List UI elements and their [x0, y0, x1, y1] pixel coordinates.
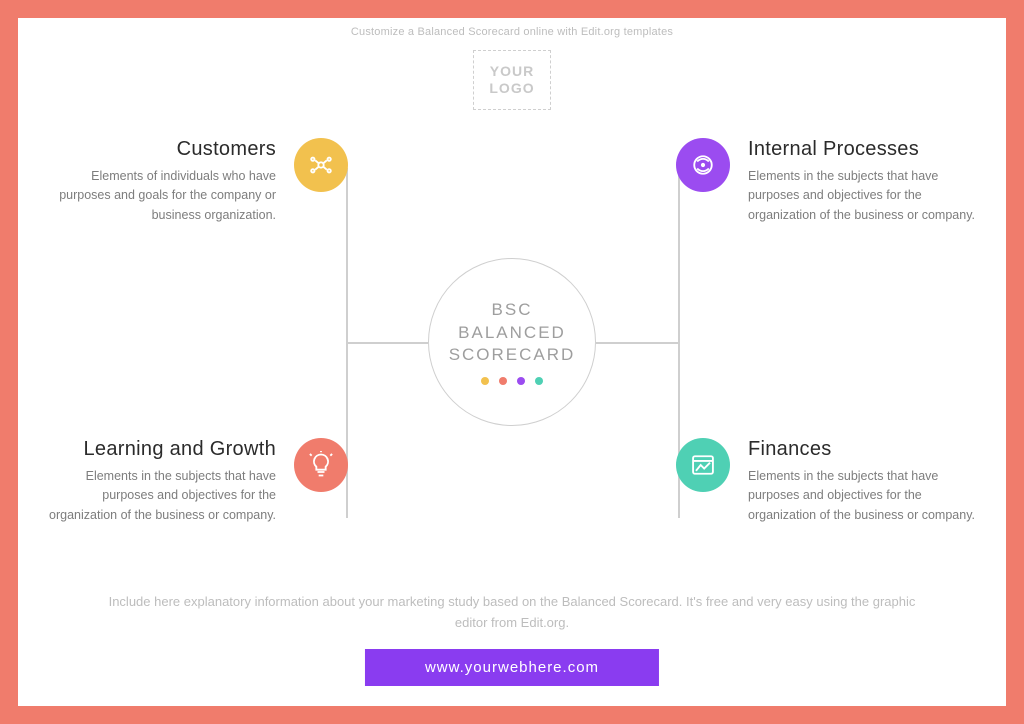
- center-line1: BSC: [492, 300, 533, 319]
- internal-icon: [676, 138, 730, 192]
- dot-purple: [517, 377, 525, 385]
- learning-icon: [294, 438, 348, 492]
- diagram-canvas: BSC BALANCED SCORECARD Customers Element…: [18, 138, 1006, 578]
- center-title: BSC BALANCED SCORECARD: [449, 299, 576, 368]
- logo-text: YOUR LOGO: [474, 63, 550, 97]
- diagram-frame: Customize a Balanced Scorecard online wi…: [0, 0, 1024, 724]
- customers-icon: [294, 138, 348, 192]
- customers-body: Elements of individuals who have purpose…: [38, 167, 276, 225]
- finances-title: Finances: [748, 438, 986, 461]
- learning-body: Elements in the subjects that have purpo…: [38, 467, 276, 525]
- dot-yellow: [481, 377, 489, 385]
- bottom-caption: Include here explanatory information abo…: [18, 592, 1006, 634]
- quadrant-internal: Internal Processes Elements in the subje…: [676, 138, 986, 225]
- finances-icon: [676, 438, 730, 492]
- logo-placeholder[interactable]: YOUR LOGO: [473, 50, 551, 110]
- finances-body: Elements in the subjects that have purpo…: [748, 467, 986, 525]
- top-caption: Customize a Balanced Scorecard online wi…: [18, 26, 1006, 38]
- center-line3: SCORECARD: [449, 345, 576, 364]
- url-banner[interactable]: www.yourwebhere.com: [365, 649, 659, 686]
- connector-left: [346, 342, 428, 344]
- quadrant-learning: Learning and Growth Elements in the subj…: [38, 438, 348, 525]
- learning-title: Learning and Growth: [38, 438, 276, 461]
- connector-right: [596, 342, 678, 344]
- quadrant-customers: Customers Elements of individuals who ha…: [38, 138, 348, 225]
- center-circle: BSC BALANCED SCORECARD: [428, 258, 596, 426]
- center-line2: BALANCED: [458, 323, 566, 342]
- dot-coral: [499, 377, 507, 385]
- internal-body: Elements in the subjects that have purpo…: [748, 167, 986, 225]
- customers-title: Customers: [38, 138, 276, 161]
- quadrant-finances: Finances Elements in the subjects that h…: [676, 438, 986, 525]
- internal-title: Internal Processes: [748, 138, 986, 161]
- center-dots: [481, 377, 543, 385]
- dot-teal: [535, 377, 543, 385]
